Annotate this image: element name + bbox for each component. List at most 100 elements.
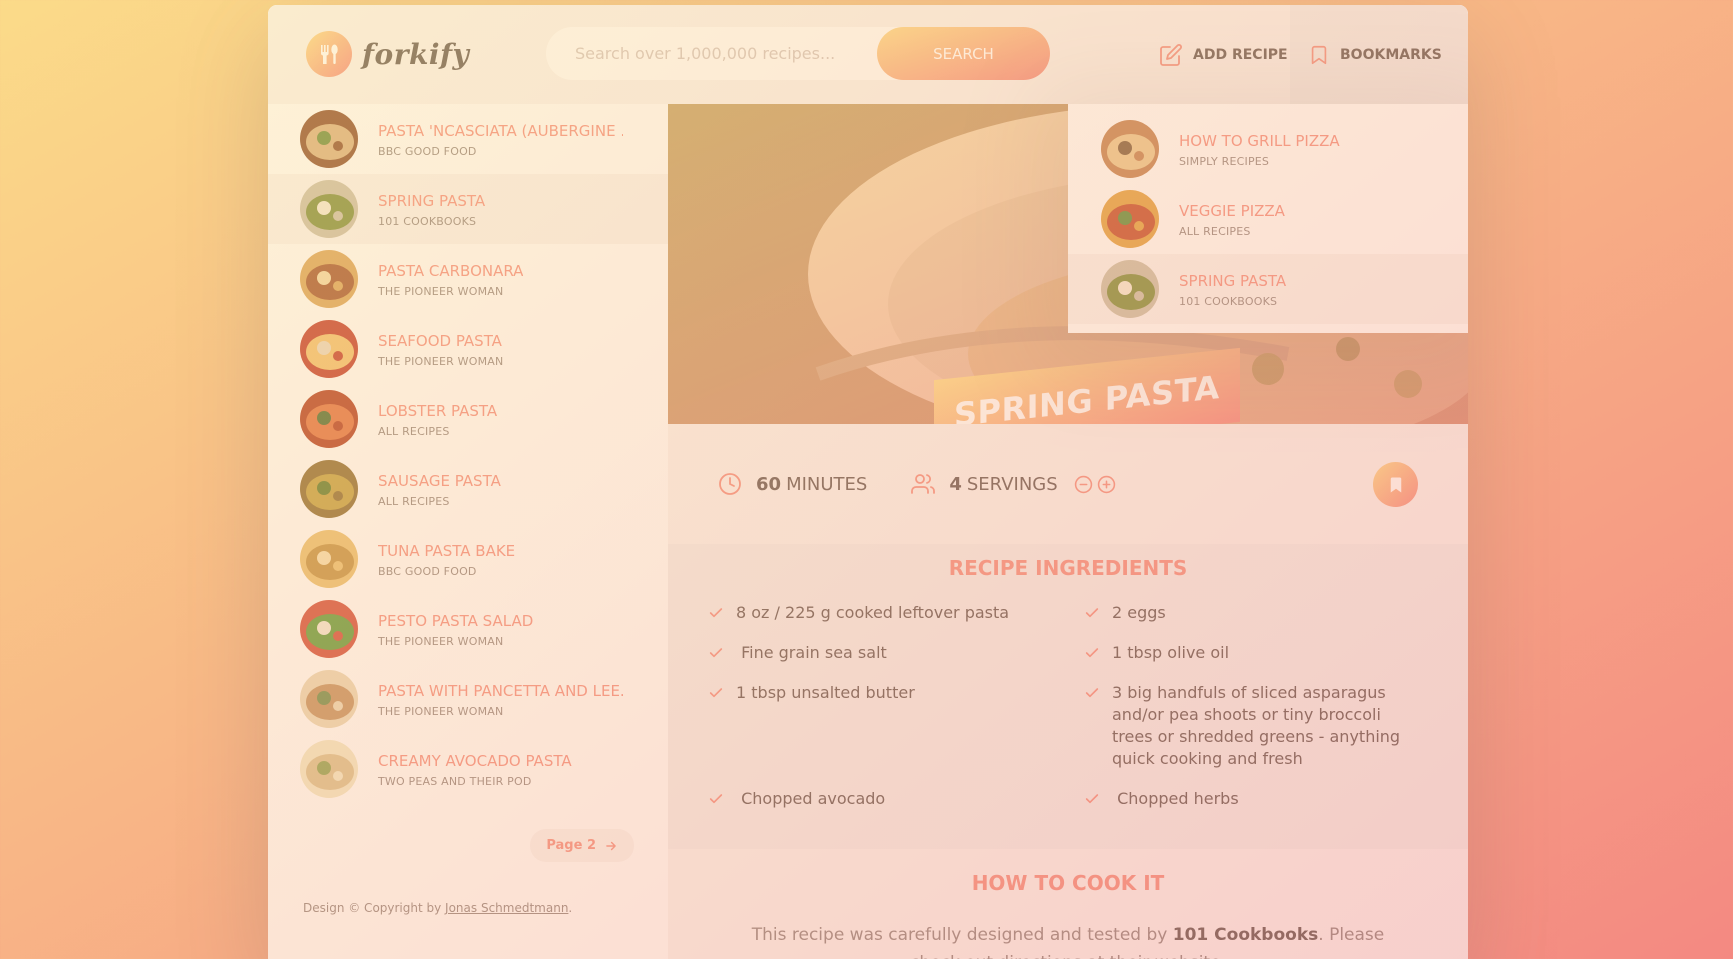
ingredient-item: 8 oz / 225 g cooked leftover pasta — [708, 602, 1084, 624]
preview-text: Sausage Pasta All Recipes — [378, 471, 501, 508]
minus-circle-icon[interactable] — [1074, 475, 1093, 494]
ingredient-item: Fine grain sea salt — [708, 642, 1084, 664]
recipe-preview-item[interactable]: Lobster Pasta All Recipes — [268, 384, 668, 454]
preview-text: Veggie Pizza All Recipes — [1179, 201, 1285, 238]
plus-circle-icon[interactable] — [1097, 475, 1116, 494]
recipe-preview-item[interactable]: Pesto Pasta Salad The Pioneer Woman — [268, 594, 668, 664]
author-link[interactable]: Jonas Schmedtmann — [445, 901, 568, 915]
recipe-thumbnail — [1101, 260, 1159, 318]
bookmarks-label: Bookmarks — [1340, 46, 1442, 63]
recipe-thumbnail — [300, 390, 358, 448]
ingredient-text: Chopped avocado — [736, 789, 886, 808]
bookmark-icon — [1311, 45, 1327, 64]
preview-publisher: 101 Cookbooks — [1179, 294, 1278, 308]
preview-publisher: All Recipes — [378, 494, 450, 508]
recipe-thumbnail — [300, 460, 358, 518]
recipe-info-time: 60 minutes — [718, 472, 867, 496]
ingredient-text: Fine grain sea salt — [736, 643, 887, 662]
preview-text: Tuna Pasta Bake BBC Good Food — [378, 541, 515, 578]
check-icon — [1085, 608, 1099, 618]
preview-publisher: The Pioneer Woman — [378, 634, 504, 648]
recipe-preview-item[interactable]: Sausage Pasta All Recipes — [268, 454, 668, 524]
recipe-preview-item[interactable]: Spring Pasta 101 Cookbooks — [268, 174, 668, 244]
preview-title: How to Grill Pizza — [1179, 131, 1340, 150]
search-input[interactable] — [575, 44, 865, 63]
preview-title: Pasta with Pancetta and Lee... — [378, 681, 623, 700]
recipe-thumbnail — [1101, 120, 1159, 178]
check-icon — [1085, 794, 1099, 804]
copyright: Design © Copyright by Jonas Schmedtmann. — [303, 901, 572, 915]
minutes-label: minutes — [786, 473, 868, 495]
recipe-thumbnail — [300, 740, 358, 798]
directions-heading: How to cook it — [971, 871, 1165, 895]
preview-publisher: All Recipes — [1179, 224, 1251, 238]
preview-text: Spring Pasta 101 Cookbooks — [378, 191, 485, 228]
preview-title: Sausage Pasta — [378, 471, 501, 490]
servings-value: 4 — [949, 473, 962, 495]
recipe-thumbnail — [1101, 190, 1159, 248]
search-button[interactable]: Search — [877, 27, 1050, 80]
ingredient-text: 8 oz / 225 g cooked leftover pasta — [736, 603, 1010, 622]
preview-publisher: 101 Cookbooks — [378, 214, 477, 228]
check-icon — [1085, 648, 1099, 658]
preview-title: Pasta Carbonara — [378, 261, 524, 280]
check-icon — [709, 688, 723, 698]
recipe-bookmark-button[interactable] — [1373, 462, 1418, 507]
recipe-preview-item[interactable]: Pasta Carbonara The Pioneer Woman — [268, 244, 668, 314]
preview-title: Tuna Pasta Bake — [378, 541, 516, 560]
recipe-preview-item[interactable]: How to Grill Pizza Simply Recipes — [1068, 114, 1468, 184]
recipe-preview-item[interactable]: Pasta 'Ncasciata (Aubergine ... BBC Good … — [268, 104, 668, 174]
ingredient-item: 1 tbsp unsalted butter — [708, 682, 1084, 770]
preview-text: Lobster Pasta All Recipes — [378, 401, 497, 438]
directions-prefix: This recipe was carefully designed and t… — [751, 925, 1173, 945]
recipe-preview-item[interactable]: Veggie Pizza All Recipes — [1068, 184, 1468, 254]
recipe-preview-item[interactable]: Seafood Pasta The Pioneer Woman — [268, 314, 668, 384]
recipe-preview-item[interactable]: Pasta with Pancetta and Lee... The Pionee… — [268, 664, 668, 734]
ingredient-text: 3 big handfuls of sliced asparagus and/o… — [1112, 683, 1406, 768]
bookmark-fill-icon — [1390, 477, 1401, 492]
preview-publisher: BBC Good Food — [378, 564, 477, 578]
header: forkify Search Add recipe Bookmarks — [268, 5, 1468, 104]
add-recipe-button[interactable]: Add recipe — [1159, 5, 1288, 104]
preview-title: Seafood Pasta — [378, 331, 502, 350]
recipe-preview-item[interactable]: Creamy Avocado Pasta Two Peas and Their P… — [268, 734, 668, 804]
check-icon — [709, 648, 723, 658]
search-form: Search — [546, 27, 1050, 80]
preview-publisher: BBC Good Food — [378, 144, 477, 158]
check-icon — [709, 794, 723, 804]
ingredient-item: 1 tbsp olive oil — [1084, 642, 1424, 664]
preview-title: Veggie Pizza — [1179, 201, 1285, 220]
arrow-right-icon — [606, 841, 616, 850]
ingredients-heading: Recipe ingredients — [948, 556, 1188, 580]
preview-title: Lobster Pasta — [378, 401, 498, 420]
recipe-thumbnail — [300, 320, 358, 378]
preview-title: Spring Pasta — [1179, 271, 1287, 290]
preview-text: Spring Pasta 101 Cookbooks — [1179, 271, 1286, 308]
logo[interactable]: forkify — [306, 30, 469, 78]
preview-publisher: The Pioneer Woman — [378, 284, 504, 298]
ingredient-item: 2 eggs — [1084, 602, 1424, 624]
preview-text: Pasta with Pancetta and Lee... The Pionee… — [378, 681, 623, 718]
pagination-label: Page 2 — [546, 838, 596, 853]
results-list: Pasta 'Ncasciata (Aubergine ... BBC Good … — [268, 104, 668, 804]
ingredient-text: 1 tbsp olive oil — [1112, 643, 1230, 662]
pagination-next-button[interactable]: Page 2 — [530, 829, 634, 862]
app-container: forkify Search Add recipe Bookmarks Past… — [268, 5, 1468, 959]
recipe-preview-item[interactable]: Spring Pasta 101 Cookbooks — [1068, 254, 1468, 324]
recipe-preview-item[interactable]: Tuna Pasta Bake BBC Good Food — [268, 524, 668, 594]
recipe-directions: How to cook it This recipe was carefully… — [668, 849, 1468, 959]
bookmarks-button[interactable]: Bookmarks — [1290, 5, 1468, 104]
copyright-suffix: . — [568, 901, 573, 915]
add-recipe-label: Add recipe — [1193, 46, 1288, 63]
recipe-thumbnail — [300, 670, 358, 728]
recipe-thumbnail — [300, 530, 358, 588]
servings-label: servings — [966, 473, 1058, 495]
fork-spoon-icon — [306, 31, 352, 77]
minutes-value: 60 — [756, 473, 782, 495]
check-icon — [709, 608, 723, 618]
directions-text: This recipe was carefully designed and t… — [668, 921, 1468, 959]
check-icon — [1085, 688, 1099, 698]
recipe-details: 60 minutes 4 servings — [668, 424, 1468, 544]
search-results: Pasta 'Ncasciata (Aubergine ... BBC Good … — [268, 104, 668, 959]
servings-controls — [1074, 475, 1116, 494]
